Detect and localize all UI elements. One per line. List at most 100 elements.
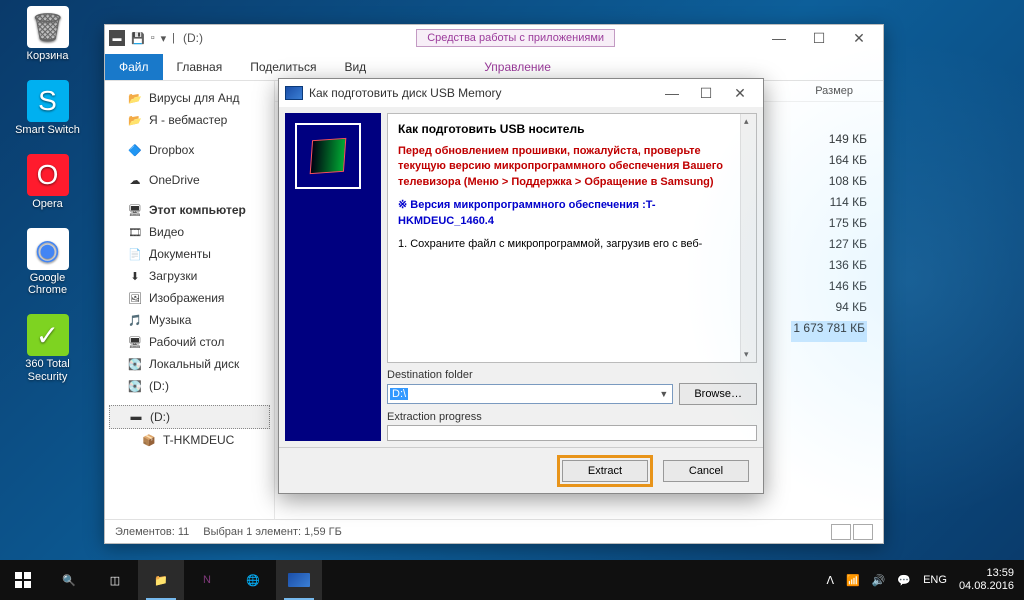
- nav-icon: 🎵: [127, 312, 143, 328]
- nav-item[interactable]: 📂Я - вебмастер: [109, 109, 270, 131]
- taskbar-chrome[interactable]: 🌐: [230, 560, 276, 600]
- taskbar-explorer[interactable]: 📁: [138, 560, 184, 600]
- nav-item[interactable]: 🖼 Изображения: [109, 287, 270, 309]
- nav-label: Dropbox: [149, 143, 194, 157]
- cancel-button[interactable]: Cancel: [663, 460, 749, 482]
- clock[interactable]: 13:59 04.08.2016: [959, 567, 1014, 593]
- item-count: Элементов: 11: [115, 526, 189, 538]
- qat-folder-icon[interactable]: ▫: [151, 32, 155, 44]
- nav-label: Видео: [149, 225, 184, 239]
- destination-label: Destination folder: [387, 369, 473, 381]
- navigation-pane: 📂Вирусы для Анд📂Я - вебмастер 🔷 Dropbox ☁On…: [105, 81, 275, 519]
- desktop-icons: 🗑Корзина SSmart Switch OOpera ◉Google Ch…: [10, 6, 85, 383]
- warning-text: Перед обновлением прошивки, пожалуйста, …: [398, 144, 746, 190]
- progress-label: Extraction progress: [387, 411, 482, 423]
- tab-view[interactable]: Вид: [330, 54, 380, 80]
- chevron-down-icon: ▼: [659, 389, 668, 399]
- nav-item[interactable]: 💽(D:): [109, 375, 270, 397]
- smart-switch-icon[interactable]: SSmart Switch: [10, 80, 85, 136]
- contextual-tools-tab[interactable]: Средства работы с приложениями: [416, 29, 615, 47]
- samsung-icon: [285, 86, 303, 100]
- file-size: 114 КБ: [791, 195, 867, 216]
- tray-volume-icon[interactable]: 🔊: [872, 574, 886, 587]
- nav-item[interactable]: 🖥Этот компьютер: [109, 199, 270, 221]
- nav-item[interactable]: 📦 T-HKMDEUC: [109, 429, 270, 451]
- ribbon: Файл Главная Поделиться Вид Управление: [105, 51, 883, 81]
- nav-label: OneDrive: [149, 173, 200, 187]
- nav-label: Изображения: [149, 291, 224, 305]
- scrollbar[interactable]: [740, 114, 756, 362]
- instructions-heading: Как подготовить USB носитель: [398, 122, 746, 136]
- tray-notifications-icon[interactable]: 💬: [897, 574, 911, 587]
- nav-icon: 💽: [127, 356, 143, 372]
- instructions-panel: Как подготовить USB носитель Перед обнов…: [387, 113, 757, 363]
- version-text: ※ Версия микропрограммного обеспечения :…: [398, 198, 746, 229]
- nav-icon: 💽: [127, 378, 143, 394]
- minimize-button[interactable]: —: [759, 25, 799, 51]
- column-size[interactable]: Размер: [815, 85, 853, 97]
- dialog-footer: Extract Cancel: [279, 447, 763, 493]
- nav-item[interactable]: 🎵Музыка: [109, 309, 270, 331]
- file-size: 175 КБ: [791, 216, 867, 237]
- file-size-selected: 1 673 781 КБ: [791, 321, 867, 342]
- task-view-button[interactable]: ◫: [92, 560, 138, 600]
- nav-item[interactable]: 🎞Видео: [109, 221, 270, 243]
- nav-icon: 🖥: [127, 202, 143, 218]
- nav-item[interactable]: ☁OneDrive: [109, 169, 270, 191]
- nav-item[interactable]: ⬇Загрузки: [109, 265, 270, 287]
- qat-save-icon[interactable]: 💾: [131, 32, 145, 45]
- nav-label: Загрузки: [149, 269, 197, 283]
- chrome-icon[interactable]: ◉Google Chrome: [10, 228, 85, 296]
- file-size: 146 КБ: [791, 279, 867, 300]
- taskbar-samsung-app[interactable]: [276, 560, 322, 600]
- file-size: 108 КБ: [791, 174, 867, 195]
- nav-icon: 📂: [127, 90, 143, 106]
- drive-icon: ▬: [109, 30, 125, 46]
- nav-label: Локальный диск: [149, 357, 239, 371]
- package-icon: [295, 123, 361, 189]
- dialog-minimize-button[interactable]: —: [655, 81, 689, 105]
- nav-icon: 🖥: [127, 334, 143, 350]
- tray-chevron-icon[interactable]: ᐱ: [826, 574, 834, 587]
- recycle-bin-icon[interactable]: 🗑Корзина: [10, 6, 85, 62]
- nav-label: T-HKMDEUC: [163, 433, 234, 447]
- view-details-button[interactable]: [831, 524, 851, 540]
- nav-item[interactable]: 💽 Локальный диск: [109, 353, 270, 375]
- dialog-title: Как подготовить диск USB Memory: [309, 86, 502, 100]
- language-indicator[interactable]: ENG: [923, 574, 947, 586]
- 360-security-icon[interactable]: ✓360 Total Security: [10, 314, 85, 382]
- nav-icon: 🔷: [127, 142, 143, 158]
- nav-label: Рабочий стол: [149, 335, 224, 349]
- selection-info: Выбран 1 элемент: 1,59 ГБ: [203, 526, 342, 538]
- nav-icon: 📦: [141, 432, 157, 448]
- tray-network-icon[interactable]: 📶: [846, 574, 860, 587]
- close-button[interactable]: ✕: [839, 25, 879, 51]
- nav-item[interactable]: ▬(D:): [109, 405, 270, 429]
- tab-home[interactable]: Главная: [163, 54, 237, 80]
- step-1-text: 1. Сохраните файл с микропрограммой, заг…: [398, 237, 746, 252]
- taskbar-onenote[interactable]: N: [184, 560, 230, 600]
- nav-icon: 🖼: [127, 290, 143, 306]
- search-button[interactable]: 🔍: [46, 560, 92, 600]
- view-large-button[interactable]: [853, 524, 873, 540]
- nav-item[interactable]: 📄Документы: [109, 243, 270, 265]
- nav-item[interactable]: 🖥 Рабочий стол: [109, 331, 270, 353]
- browse-button[interactable]: Browse…: [679, 383, 757, 405]
- nav-item[interactable]: 📂Вирусы для Анд: [109, 87, 270, 109]
- nav-icon: 📄: [127, 246, 143, 262]
- dialog-titlebar: Как подготовить диск USB Memory — ☐ ✕: [279, 79, 763, 107]
- qat-dropdown-icon[interactable]: ▾: [161, 32, 167, 45]
- file-tab[interactable]: Файл: [105, 54, 163, 80]
- dialog-maximize-button[interactable]: ☐: [689, 81, 723, 105]
- explorer-titlebar: ▬ 💾 ▫ ▾ | (D:) Средства работы с приложе…: [105, 25, 883, 51]
- destination-combobox[interactable]: D:\ ▼: [387, 384, 673, 404]
- maximize-button[interactable]: ☐: [799, 25, 839, 51]
- tab-share[interactable]: Поделиться: [236, 54, 330, 80]
- opera-icon[interactable]: OOpera: [10, 154, 85, 210]
- nav-icon: 📂: [127, 112, 143, 128]
- extract-button[interactable]: Extract: [562, 460, 648, 482]
- nav-item[interactable]: 🔷 Dropbox: [109, 139, 270, 161]
- dialog-close-button[interactable]: ✕: [723, 81, 757, 105]
- tab-management[interactable]: Управление: [470, 54, 565, 80]
- start-button[interactable]: [0, 560, 46, 600]
